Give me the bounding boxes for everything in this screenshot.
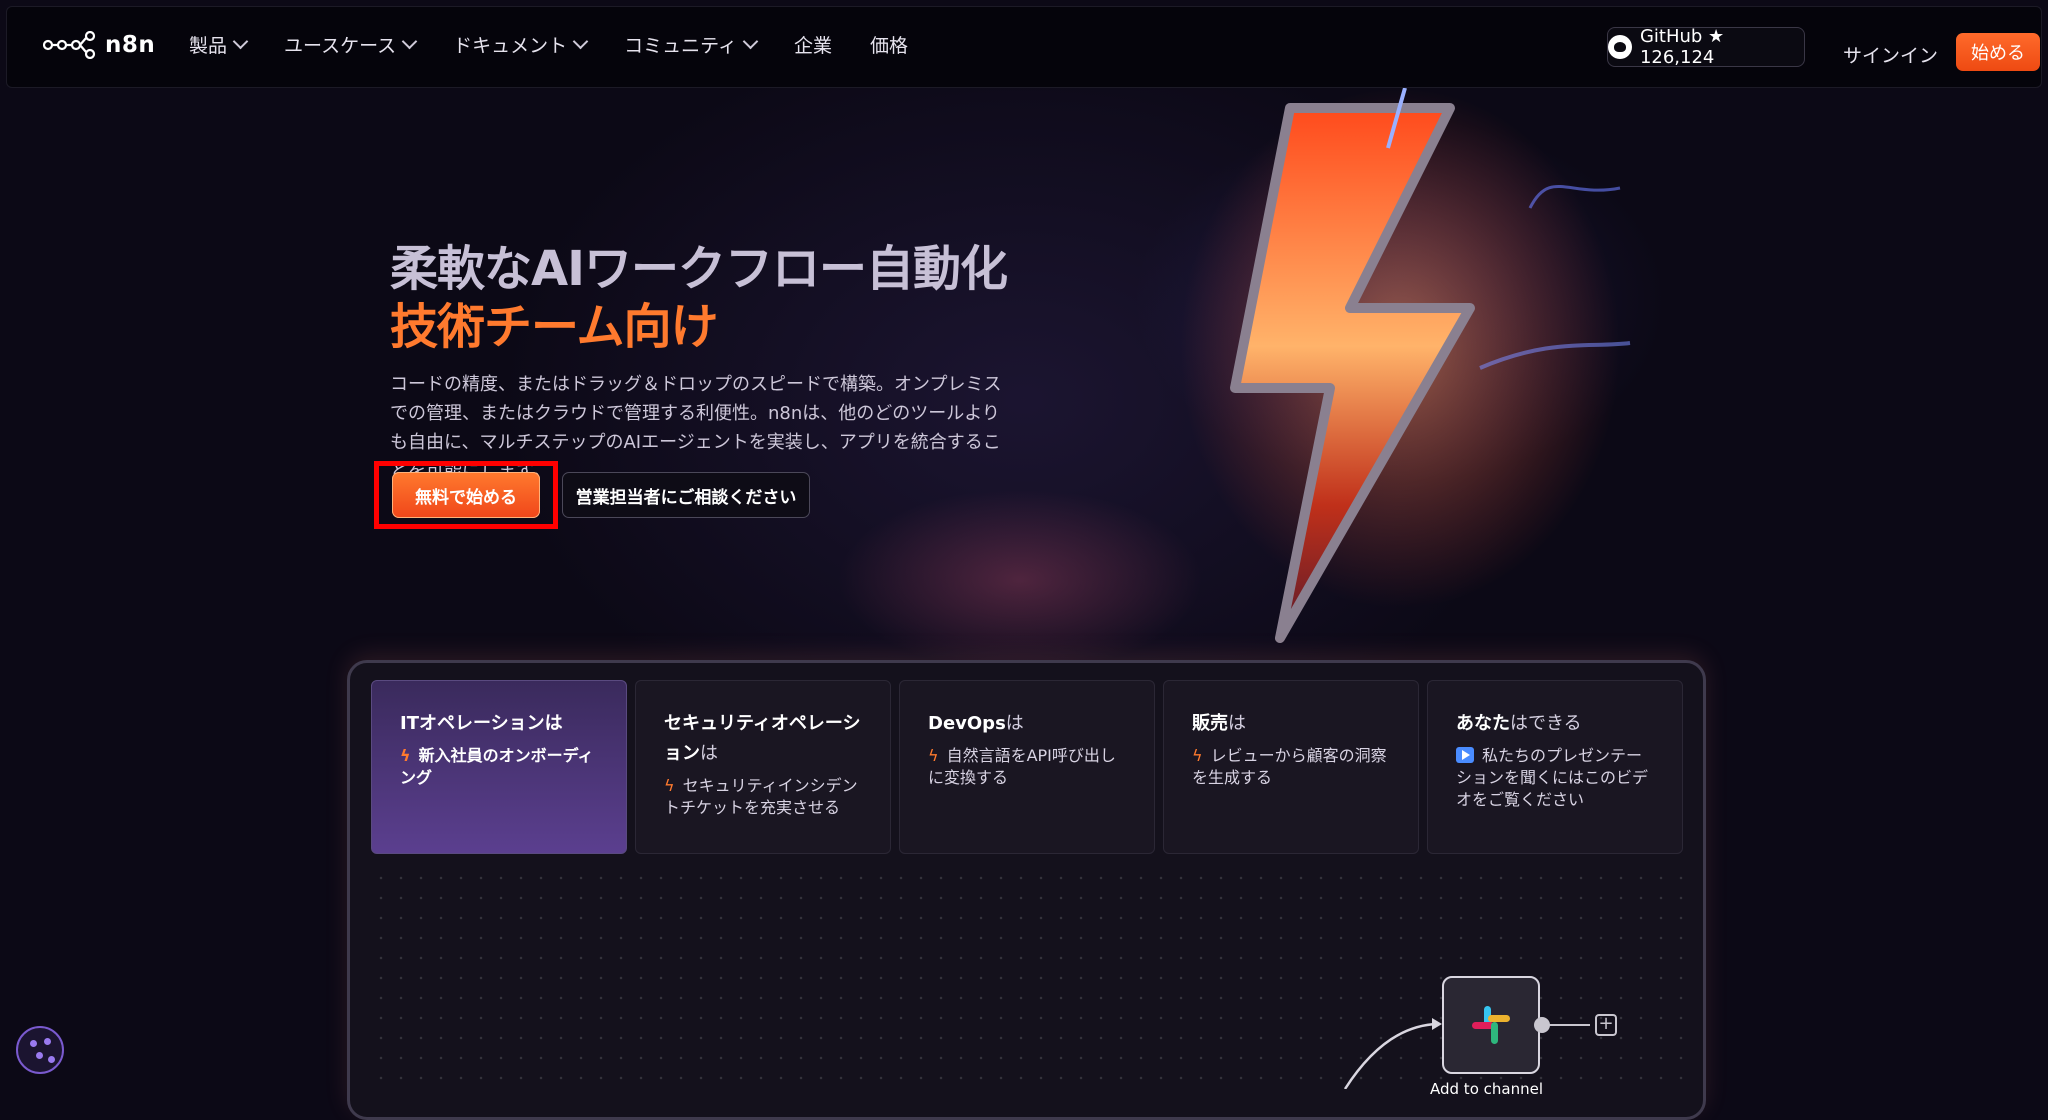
tab-you-can[interactable]: あなたはできる 私たちのプレゼンテーションを聞くにはこのビデオをご覧ください [1427, 680, 1683, 854]
nav-item-products[interactable]: 製品 [189, 31, 249, 58]
hero-title-line-2: 技術チーム向け [390, 299, 719, 356]
main-nav: 製品 ユースケース ドキュメント コミュニティ 企業 価格 [189, 31, 946, 58]
tab-subtitle-text: セキュリティインシデントチケットを充実させる [664, 776, 858, 817]
nav-item-label: ユースケース [284, 35, 397, 57]
chevron-down-icon [572, 33, 589, 50]
tab-sec-ops[interactable]: セキュリティオペレーションは ϟ セキュリティインシデントチケットを充実させる [635, 680, 891, 854]
tab-subtitle: 私たちのプレゼンテーションを聞くにはこのビデオをご覧ください [1456, 745, 1654, 811]
tab-title-bold: あなた [1456, 713, 1510, 734]
tab-subtitle: ϟ セキュリティインシデントチケットを充実させる [664, 775, 862, 819]
tab-title-bold: ITオペレーションは [400, 713, 563, 734]
tab-subtitle-text: レビューから顧客の洞察を生成する [1192, 746, 1387, 787]
slack-node[interactable] [1442, 976, 1540, 1074]
bolt-icon: ϟ [664, 776, 675, 795]
nav-item-docs[interactable]: ドキュメント [453, 31, 589, 58]
connection-line [1343, 1018, 1442, 1089]
tab-title-suffix: は [1005, 713, 1024, 734]
nav-item-label: ドキュメント [453, 35, 568, 57]
chevron-down-icon [232, 33, 249, 50]
tab-title-bold: DevOps [928, 713, 1006, 734]
play-icon [1456, 747, 1474, 763]
logo-text: n8n [105, 32, 156, 58]
tab-subtitle: ϟ 自然言語をAPI呼び出しに変換する [928, 745, 1126, 789]
nav-item-pricing[interactable]: 価格 [870, 31, 908, 58]
tab-subtitle: ϟ 新入社員のオンボーディング [400, 745, 598, 789]
nav-item-community[interactable]: コミュニティ [624, 31, 759, 58]
bolt-icon: ϟ [400, 746, 411, 765]
add-node-icon[interactable]: + [1595, 1014, 1617, 1036]
tab-subtitle: ϟ レビューから顧客の洞察を生成する [1192, 745, 1390, 789]
tab-title-suffix: は [700, 743, 718, 764]
hero-title: 柔軟なAIワークフロー自動化 技術チーム向け [390, 240, 1008, 356]
nav-item-enterprise[interactable]: 企業 [794, 31, 832, 58]
tab-title: ITオペレーションは [400, 709, 598, 739]
logo-nodes-icon [43, 31, 96, 59]
tab-title: 販売は [1192, 709, 1390, 739]
bolt-icon: ϟ [1192, 746, 1203, 765]
tab-title: あなたはできる [1456, 709, 1654, 739]
hero-title-line-1: 柔軟なAIワークフロー自動化 [390, 241, 1008, 298]
tab-devops[interactable]: DevOpsは ϟ 自然言語をAPI呼び出しに変換する [899, 680, 1155, 854]
github-icon [1608, 35, 1632, 59]
tab-title-bold: セキュリティオペレーション [664, 713, 861, 764]
tab-title-suffix: はできる [1510, 713, 1582, 734]
highlight-box [374, 461, 558, 529]
tab-subtitle-text: 私たちのプレゼンテーションを聞くにはこのビデオをご覧ください [1456, 746, 1649, 809]
tab-it-ops[interactable]: ITオペレーションは ϟ 新入社員のオンボーディング [371, 680, 627, 854]
nav-item-label: 企業 [794, 35, 833, 57]
nav-item-label: コミュニティ [624, 35, 738, 57]
tab-title: DevOpsは [928, 709, 1126, 739]
node-output-line [1548, 1024, 1590, 1026]
github-stars-button[interactable]: GitHub ★ 126,124 [1607, 26, 1805, 68]
tab-title-bold: 販売 [1192, 713, 1228, 734]
tab-subtitle-text: 新入社員のオンボーディング [400, 746, 594, 787]
cookie-settings-icon[interactable] [16, 1026, 64, 1074]
nav-item-use-cases[interactable]: ユースケース [284, 31, 418, 58]
signin-link[interactable]: サインイン [1843, 41, 1938, 68]
lightning-bolt-illustration [1150, 87, 1670, 648]
github-stars-label: GitHub ★ 126,124 [1639, 26, 1725, 68]
tab-sales[interactable]: 販売は ϟ レビューから顧客の洞察を生成する [1163, 680, 1419, 854]
nav-item-label: 価格 [870, 35, 909, 57]
n8n-logo[interactable]: n8n [43, 31, 155, 59]
contact-sales-button[interactable]: 営業担当者にご相談ください [562, 472, 810, 518]
tab-subtitle-text: 自然言語をAPI呼び出しに変換する [928, 746, 1116, 787]
tab-title-suffix: は [1228, 713, 1246, 734]
slack-icon [1472, 1006, 1510, 1044]
chevron-down-icon [742, 33, 759, 50]
bolt-icon: ϟ [928, 746, 939, 765]
chevron-down-icon [401, 33, 418, 50]
node-label: Add to channel [1430, 1080, 1543, 1098]
top-navbar: n8n 製品 ユースケース ドキュメント コミュニティ 企業 価格 GitHub… [6, 6, 2042, 88]
get-started-button[interactable]: 始める [1956, 33, 2040, 71]
nav-item-label: 製品 [189, 35, 228, 57]
tab-title: セキュリティオペレーションは [664, 709, 862, 769]
